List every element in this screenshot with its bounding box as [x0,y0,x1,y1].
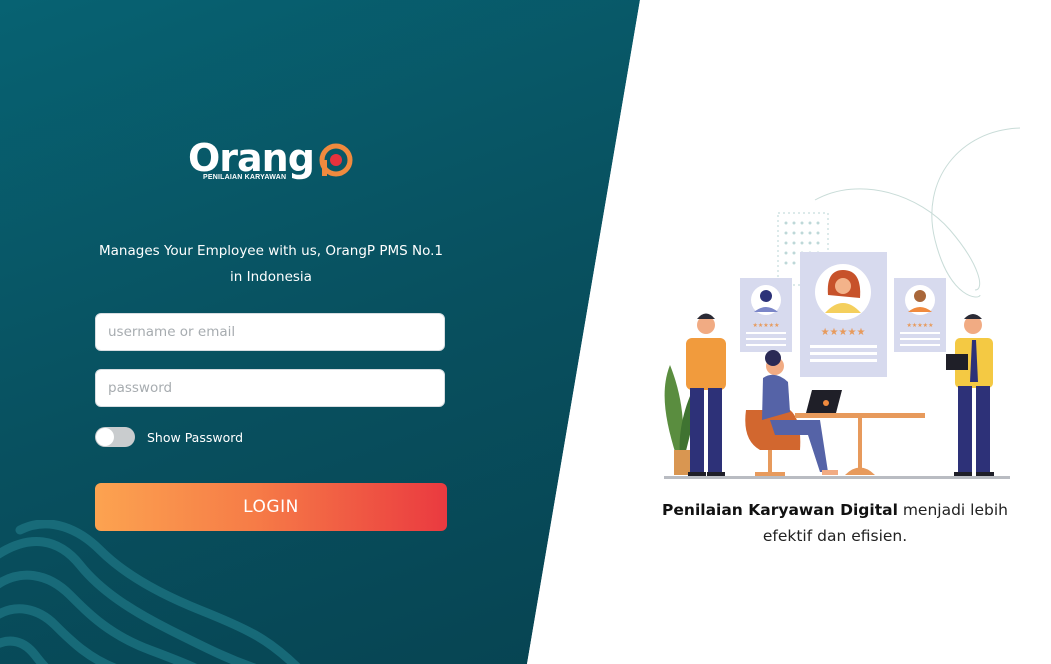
deco-curve-2 [931,127,1021,298]
toggle-knob [96,428,114,446]
person-standing-right [946,314,994,477]
team-review-illustration: ★★★★★ ★★★★★ ★★★★★ [664,127,1021,479]
svg-text:★★★★★: ★★★★★ [821,327,866,338]
show-password-label: Show Password [147,430,244,445]
brand-subtitle: PENILAIAN KARYAWAN [203,174,287,181]
svg-text:★★★★★: ★★★★★ [907,322,934,329]
login-tagline: Manages Your Employee with us, OrangP PM… [99,243,443,285]
promo-caption: Penilaian Karyawan Digital menjadi lebih… [650,497,1020,549]
p-circle-logo-mark-icon [319,143,353,177]
show-password-toggle[interactable] [95,427,135,447]
password-input[interactable] [95,369,445,407]
profile-card-left: ★★★★★ [740,278,792,352]
login-button[interactable]: LOGIN [95,483,447,531]
chair [745,410,801,476]
profile-card-right: ★★★★★ [894,278,946,352]
svg-text:★★★★★: ★★★★★ [753,322,780,329]
wave-decoration [0,520,305,664]
username-input[interactable] [95,313,445,351]
brand-name: Orang [188,136,315,180]
person-standing-left [686,313,726,477]
brand-logo: Orang PENILAIAN KARYAWAN [188,138,358,186]
promo-caption-bold: Penilaian Karyawan Digital [662,501,898,519]
profile-card-center: ★★★★★ [800,252,887,377]
floor-line [664,476,1010,479]
